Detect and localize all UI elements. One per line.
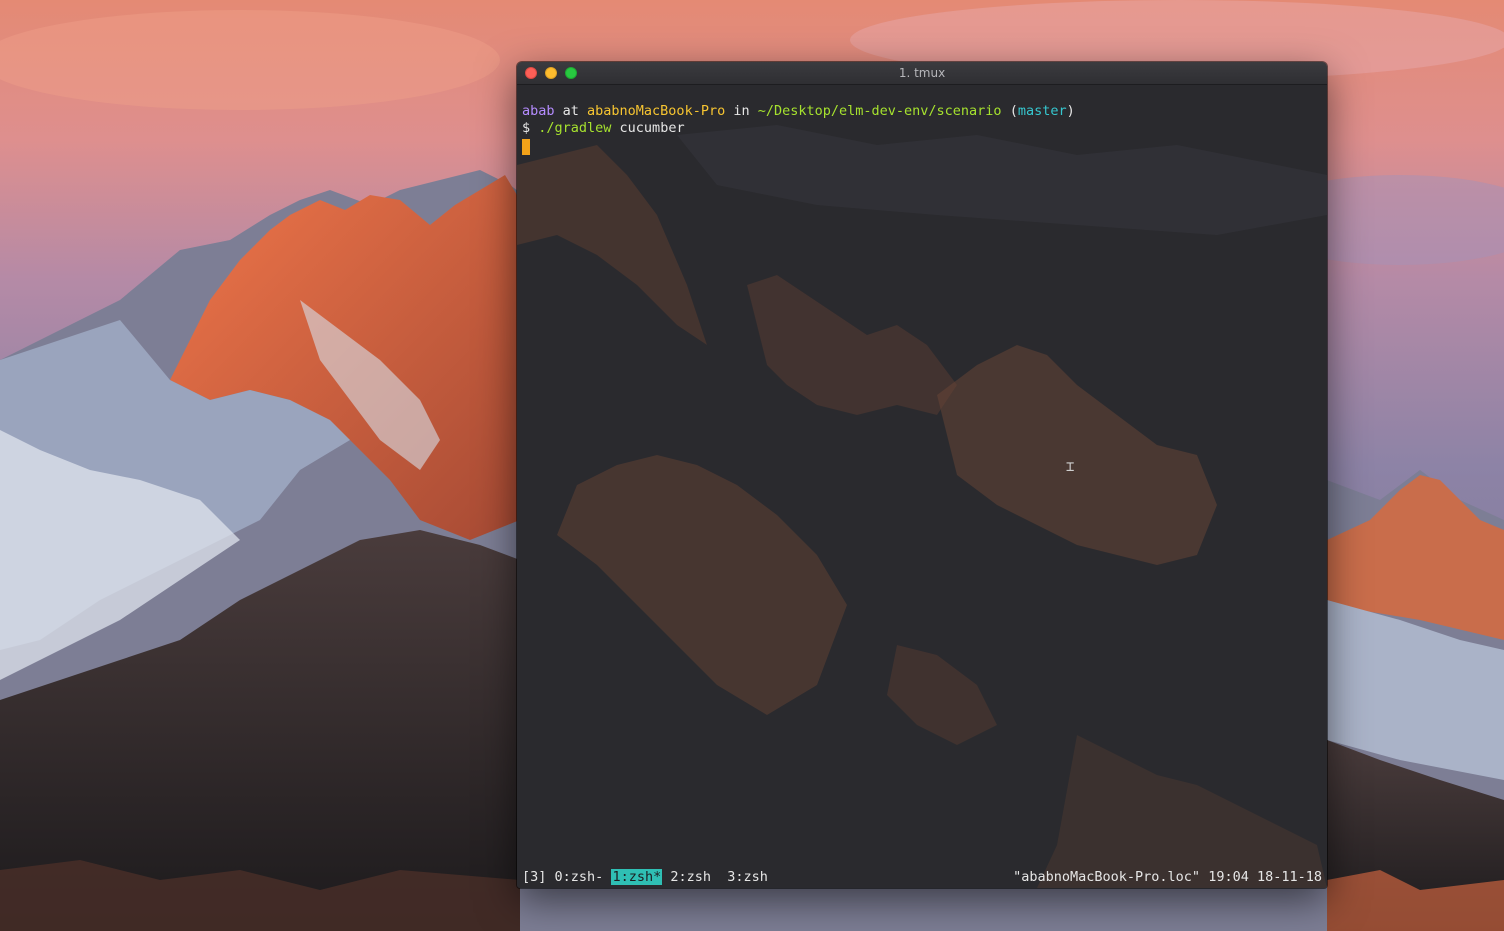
- command-args: cucumber: [611, 120, 685, 136]
- prompt-branch: master: [1017, 103, 1067, 119]
- prompt-branch-open: (: [1001, 103, 1018, 119]
- terminal-window[interactable]: 1. tmux abab at ababnoMacBook-Pro in ~/D…: [517, 62, 1327, 888]
- command-executable: ./gradlew: [538, 120, 612, 136]
- prompt-user: abab: [522, 103, 555, 119]
- status-time: 19:04: [1208, 869, 1249, 885]
- session-count: [3]: [522, 869, 547, 885]
- status-host: "ababnoMacBook-Pro.loc": [1013, 869, 1201, 885]
- prompt-branch-close: ): [1066, 103, 1075, 119]
- prompt-line: abab at ababnoMacBook-Pro in ~/Desktop/e…: [522, 103, 1075, 120]
- status-date: 18-11-18: [1256, 869, 1322, 885]
- tmux-window-1[interactable]: 1:zsh*: [611, 869, 663, 885]
- window-title: 1. tmux: [898, 66, 946, 80]
- text-cursor: [522, 139, 530, 155]
- prompt-path: ~/Desktop/elm-dev-env/scenario: [757, 103, 1002, 119]
- title-bar[interactable]: 1. tmux: [517, 62, 1327, 85]
- prompt-in: in: [725, 103, 758, 119]
- tmux-window-list: [3] 0:zsh- 1:zsh* 2:zsh 3:zsh: [522, 866, 768, 888]
- tmux-window-2[interactable]: 2:zsh: [670, 869, 711, 885]
- tmux-status-bar: [3] 0:zsh- 1:zsh* 2:zsh 3:zsh "ababnoMac…: [517, 866, 1327, 888]
- tmux-status-right: "ababnoMacBook-Pro.loc" 19:04 18-11-18: [1013, 866, 1322, 888]
- prompt-symbol: $: [522, 120, 539, 136]
- prompt-host: ababnoMacBook-Pro: [587, 103, 726, 119]
- ibeam-cursor-icon: ⌶: [1066, 459, 1075, 475]
- prompt-at: at: [554, 103, 588, 119]
- tmux-window-3[interactable]: 3:zsh: [727, 869, 768, 885]
- translucent-wallpaper: [517, 85, 1327, 888]
- tmux-window-0[interactable]: 0:zsh-: [555, 869, 604, 885]
- command-line[interactable]: $ ./gradlew cucumber: [522, 120, 685, 137]
- terminal-content[interactable]: abab at ababnoMacBook-Pro in ~/Desktop/e…: [517, 85, 1327, 888]
